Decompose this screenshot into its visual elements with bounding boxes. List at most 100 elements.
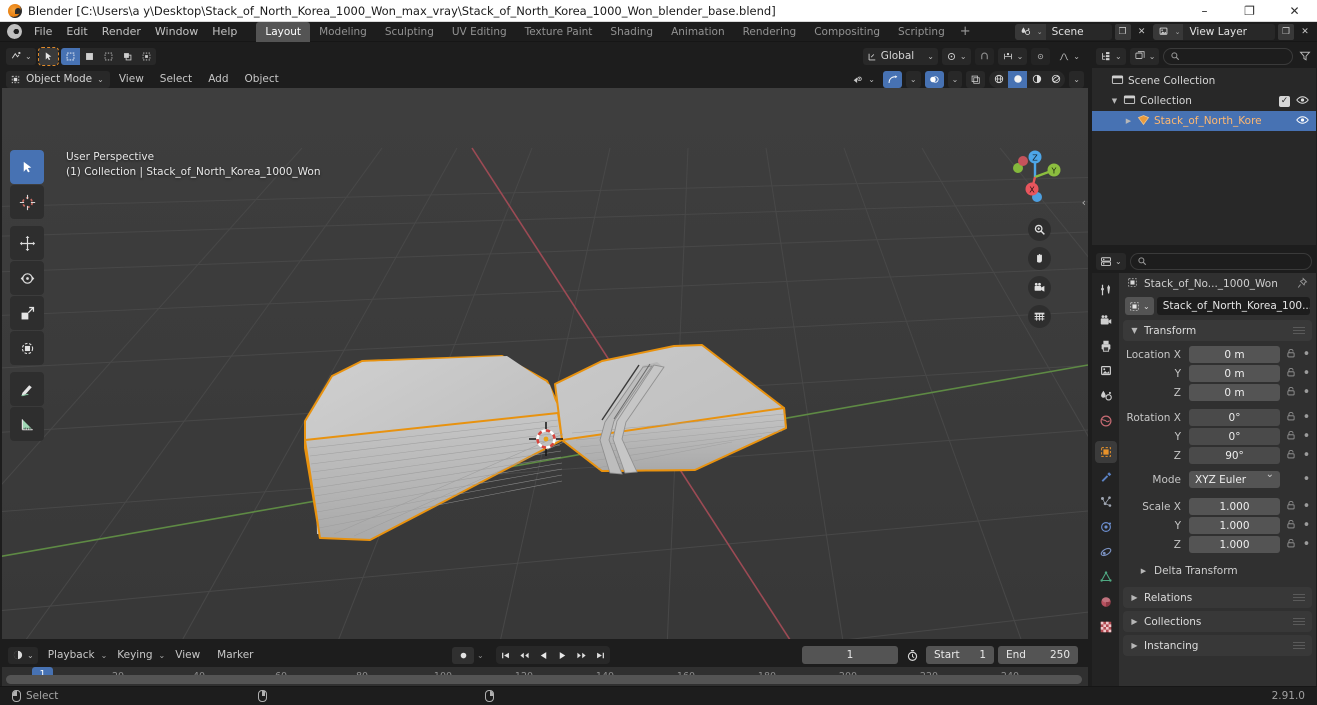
select-intersect-icon[interactable] [137, 48, 156, 65]
shading-wireframe-icon[interactable] [989, 71, 1008, 88]
tab-shading[interactable]: Shading [601, 22, 662, 42]
animate-property-dot[interactable]: • [1301, 538, 1312, 551]
blender-icon[interactable] [7, 24, 22, 39]
viewport-menu-object[interactable]: Object [238, 72, 286, 86]
xray-toggle-button[interactable] [966, 70, 986, 88]
lock-icon[interactable] [1284, 348, 1297, 362]
view-layer-selector[interactable]: ⌄ View Layer [1152, 23, 1275, 40]
timeline-menu-view[interactable]: View [168, 648, 207, 662]
navigation-gizmo[interactable]: Z Y X [1004, 146, 1066, 208]
timeline-scrollbar[interactable] [6, 675, 1082, 684]
rotation-z-field[interactable]: 90° [1189, 447, 1280, 464]
play-button[interactable] [553, 646, 572, 664]
maximize-button[interactable]: ❐ [1227, 0, 1272, 22]
outliner-row-stack-of-north-korea[interactable]: ▶ Stack_of_North_Kore [1092, 111, 1316, 131]
tab-texture-paint[interactable]: Texture Paint [516, 22, 602, 42]
viewport-3d[interactable]: User Perspective (1) Collection | Stack_… [2, 88, 1088, 639]
tab-compositing[interactable]: Compositing [805, 22, 889, 42]
object-datablock-selector[interactable]: ⌄ [1125, 297, 1154, 315]
select-extend-icon[interactable] [80, 48, 99, 65]
animate-property-dot[interactable]: • [1301, 473, 1312, 486]
tab-render-icon[interactable] [1095, 310, 1117, 332]
lock-icon[interactable] [1284, 430, 1297, 444]
new-view-layer-button[interactable]: ❐ [1278, 23, 1294, 40]
eye-icon[interactable] [1296, 115, 1309, 128]
outliner-tree[interactable]: Scene Collection ▼ Collection ✓ ▶ Stack_… [1092, 68, 1316, 245]
jump-to-start-button[interactable] [496, 646, 515, 664]
tool-move-icon[interactable] [10, 226, 44, 260]
tab-object-data-icon[interactable] [1095, 566, 1117, 588]
tab-constraints-icon[interactable] [1095, 541, 1117, 563]
tab-animation[interactable]: Animation [662, 22, 734, 42]
add-workspace-button[interactable]: + [954, 24, 977, 39]
outliner-row-collection[interactable]: ▼ Collection ✓ [1092, 91, 1316, 111]
tool-cursor-icon[interactable] [10, 185, 44, 219]
viewport-menu-add[interactable]: Add [201, 72, 235, 86]
shading-rendered-icon[interactable] [1046, 71, 1065, 88]
animate-property-dot[interactable]: • [1301, 411, 1312, 424]
select-tool-button[interactable] [37, 46, 59, 66]
shading-material-icon[interactable] [1027, 71, 1046, 88]
remove-view-layer-button[interactable]: ✕ [1297, 24, 1313, 40]
select-invert-icon[interactable] [118, 48, 137, 65]
filter-icon[interactable] [1297, 50, 1312, 62]
select-mode-segments[interactable] [60, 47, 156, 65]
tab-rendering[interactable]: Rendering [734, 22, 806, 42]
tab-particles-icon[interactable] [1095, 491, 1117, 513]
end-frame-field[interactable]: End 250 [998, 646, 1078, 664]
tab-tool-icon[interactable] [1095, 279, 1117, 301]
select-box-icon[interactable] [60, 47, 80, 65]
remove-scene-button[interactable]: ✕ [1134, 24, 1150, 40]
tab-world-icon[interactable] [1095, 410, 1117, 432]
pin-icon[interactable] [1296, 276, 1308, 292]
menu-window[interactable]: Window [148, 23, 205, 40]
animate-property-dot[interactable]: • [1301, 519, 1312, 532]
tool-rotate-icon[interactable] [10, 261, 44, 295]
object-name-field[interactable]: Stack_of_North_Korea_100... [1156, 297, 1310, 315]
auto-keying-button[interactable] [452, 646, 474, 664]
tab-scene-icon[interactable] [1095, 385, 1117, 407]
tab-sculpting[interactable]: Sculpting [376, 22, 443, 42]
minimize-button[interactable]: – [1182, 0, 1227, 22]
gizmo-options-caret[interactable]: ⌄ [905, 70, 921, 88]
tab-modeling[interactable]: Modeling [310, 22, 376, 42]
rotation-mode-field[interactable]: XYZ Euler [1189, 469, 1280, 488]
animate-property-dot[interactable]: • [1301, 500, 1312, 513]
expand-triangle-icon[interactable]: ▶ [1124, 117, 1133, 125]
timeline-editor-type[interactable]: ⌄ [8, 646, 38, 664]
animate-property-dot[interactable]: • [1301, 348, 1312, 361]
pivot-point-selector[interactable]: ⌄ [941, 47, 971, 65]
animate-property-dot[interactable]: • [1301, 367, 1312, 380]
animate-property-dot[interactable]: • [1301, 430, 1312, 443]
tab-modifiers-icon[interactable] [1095, 466, 1117, 488]
shading-solid-icon[interactable] [1008, 70, 1028, 88]
panel-instancing-header[interactable]: ▶ Instancing [1123, 635, 1312, 656]
rotation-x-field[interactable]: 0° [1189, 409, 1280, 426]
tool-scale-icon[interactable] [10, 296, 44, 330]
editor-type-selector[interactable]: ⌄ [6, 47, 36, 65]
scale-y-field[interactable]: 1.000 [1189, 517, 1280, 534]
playback-transport[interactable] [496, 646, 610, 664]
eye-icon[interactable] [1296, 95, 1309, 108]
sidebar-toggle-arrow-icon[interactable]: ‹ [1082, 196, 1086, 209]
money-stack-object[interactable] [2, 88, 1088, 639]
current-frame-field[interactable]: 1 [802, 646, 898, 664]
jump-to-end-button[interactable] [591, 646, 610, 664]
lock-icon[interactable] [1284, 411, 1297, 425]
tab-texture-icon[interactable] [1095, 616, 1117, 638]
panel-relations-header[interactable]: ▶ Relations [1123, 587, 1312, 608]
tool-measure-icon[interactable] [10, 407, 44, 441]
menu-edit[interactable]: Edit [59, 23, 94, 40]
properties-editor-type[interactable]: ⌄ [1096, 252, 1126, 270]
new-scene-button[interactable]: ❐ [1114, 23, 1131, 40]
expand-triangle-icon[interactable]: ▼ [1110, 97, 1119, 105]
snap-magnet-button[interactable] [974, 47, 994, 65]
close-button[interactable]: ✕ [1272, 0, 1317, 22]
next-keyframe-button[interactable] [572, 646, 591, 664]
proportional-edit-button[interactable] [1031, 47, 1051, 65]
shading-mode-segments[interactable] [989, 70, 1066, 88]
outliner-row-scene-collection[interactable]: Scene Collection [1092, 71, 1316, 91]
checkbox-icon[interactable]: ✓ [1279, 95, 1290, 107]
lock-icon[interactable] [1284, 519, 1297, 533]
tab-object-icon[interactable] [1094, 441, 1117, 463]
